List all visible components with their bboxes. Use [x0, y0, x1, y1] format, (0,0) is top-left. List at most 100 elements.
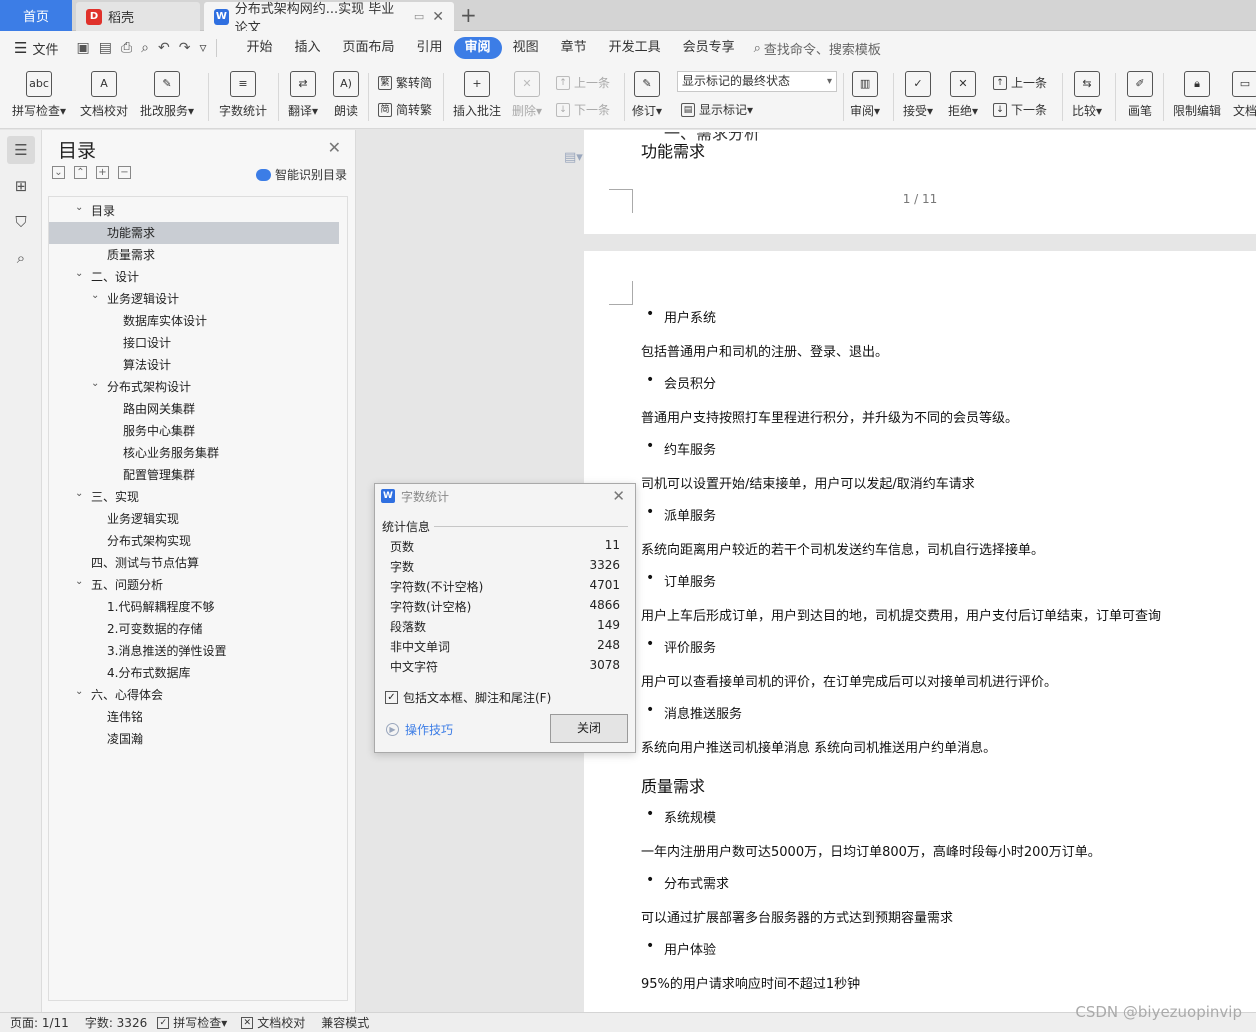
redo-icon[interactable]: ↷ — [179, 40, 191, 56]
include-textbox-checkbox[interactable]: ✓ 包括文本框、脚注和尾注(F) — [385, 689, 551, 706]
chevron-down-icon[interactable]: ⌄ — [75, 571, 83, 593]
toc-item[interactable]: ⌄ 六、心得体会 — [49, 684, 347, 706]
close-icon[interactable]: ✕ — [328, 138, 341, 157]
toc-item[interactable]: 配置管理集群 — [49, 464, 347, 486]
toc-item[interactable]: 质量需求 — [49, 244, 347, 266]
toc-item[interactable]: 凌国瀚 — [49, 728, 347, 750]
chevron-down-icon[interactable]: ⌄ — [75, 483, 83, 505]
chevron-down-icon[interactable]: ⌄ — [91, 373, 99, 395]
document-nav-icon[interactable]: ▤▾ — [564, 150, 583, 165]
translate-button[interactable]: ⇄ 翻译▾ — [288, 71, 318, 119]
print-icon[interactable]: ⎙ — [121, 40, 132, 56]
review-pane-button[interactable]: ▥ 审阅▾ — [850, 71, 880, 119]
smart-toc-button[interactable]: 智能识别目录 — [255, 166, 347, 183]
menu-item-6[interactable]: 章节 — [550, 37, 598, 59]
status-spell-check[interactable]: ✓ 拼写检查 ▾ — [157, 1014, 227, 1031]
toc-item[interactable]: ⌄ 业务逻辑设计 — [49, 288, 347, 310]
command-search[interactable]: ⌕ 查找命令、搜索模板 — [754, 39, 881, 58]
insert-comment-button[interactable]: + 插入批注 — [453, 71, 501, 119]
bullet-item: 订单服务 — [646, 570, 716, 590]
word-count-indicator[interactable]: 字数: 3326 — [85, 1014, 147, 1031]
expand-all-icon[interactable]: ⌄ — [52, 166, 65, 179]
word-count-button[interactable]: ≡ 字数统计 — [219, 71, 267, 119]
toc-item[interactable]: 4.分布式数据库 — [49, 662, 347, 684]
accept-button[interactable]: ✓ 接受▾ — [903, 71, 933, 119]
markup-state-select[interactable]: 显示标记的最终状态 — [677, 71, 837, 92]
toc-item[interactable]: 四、测试与节点估算 — [49, 552, 347, 574]
chevron-down-icon[interactable]: ⌄ — [91, 285, 99, 307]
toc-item[interactable]: ⌄ 五、问题分析 — [49, 574, 347, 596]
compare-button[interactable]: ⇆ 比较▾ — [1072, 71, 1102, 119]
prev-change-button[interactable]: ↑ 上一条 — [993, 74, 1047, 91]
toc-item[interactable]: ⌄ 分布式架构设计 — [49, 376, 347, 398]
spell-check-button[interactable]: abc 拼写检查▾ — [12, 71, 66, 119]
menu-item-0[interactable]: 开始 — [235, 37, 283, 59]
document-rights-button[interactable]: ▭ 文档 — [1232, 71, 1256, 119]
toc-item[interactable]: ⌄ 目录 — [49, 200, 347, 222]
chevron-down-icon[interactable]: ⌄ — [75, 681, 83, 703]
delete-comment-button[interactable]: ✕ 删除▾ — [512, 71, 542, 119]
chevron-down-icon[interactable]: ⌄ — [75, 263, 83, 285]
toc-panel-icon[interactable]: ☰ — [7, 136, 35, 164]
restrict-editing-button[interactable]: 🔒︎ 限制编辑 — [1173, 71, 1221, 119]
tab-home[interactable]: 首页 — [0, 0, 72, 31]
toc-item[interactable]: 1.代码解耦程度不够 — [49, 596, 347, 618]
prev-comment-button[interactable]: ↑ 上一条 — [556, 74, 610, 91]
outline-panel-icon[interactable]: ⊞ — [7, 172, 35, 200]
menu-item-4[interactable]: 审阅 — [453, 37, 502, 59]
menu-item-5[interactable]: 视图 — [502, 37, 550, 59]
toc-item[interactable]: 接口设计 — [49, 332, 347, 354]
toc-item[interactable]: 业务逻辑实现 — [49, 508, 347, 530]
tab-document[interactable]: W 分布式架构网约...实现 毕业论文 ▭ ✕ — [204, 2, 454, 36]
simplified-to-traditional-button[interactable]: 简简转繁 — [378, 101, 432, 118]
bullet-item: 消息推送服务 — [646, 702, 742, 722]
menu-item-7[interactable]: 开发工具 — [598, 37, 672, 59]
toc-item[interactable]: 数据库实体设计 — [49, 310, 347, 332]
tips-link[interactable]: ▶ 操作技巧 — [386, 721, 453, 738]
status-proofread[interactable]: ✕ 文档校对 — [241, 1014, 305, 1031]
toc-item[interactable]: 服务中心集群 — [49, 420, 347, 442]
toc-item[interactable]: 路由网关集群 — [49, 398, 347, 420]
next-comment-icon: ↓ — [556, 102, 570, 117]
chevron-down-icon[interactable]: ⌄ — [75, 197, 83, 219]
toc-item[interactable]: 3.消息推送的弹性设置 — [49, 640, 347, 662]
revision-button[interactable]: ✎ 修订▾ — [632, 71, 662, 119]
toc-item[interactable]: ⌄ 三、实现 — [49, 486, 347, 508]
toc-item[interactable]: 2.可变数据的存储 — [49, 618, 347, 640]
read-aloud-button[interactable]: A) 朗读 — [333, 71, 359, 119]
menu-item-3[interactable]: 引用 — [406, 37, 454, 59]
toc-item[interactable]: 核心业务服务集群 — [49, 442, 347, 464]
next-change-button[interactable]: ↓ 下一条 — [993, 101, 1047, 118]
export-pdf-icon[interactable]: ▤ — [99, 40, 112, 56]
close-tab-icon[interactable]: ✕ — [432, 9, 444, 25]
show-markup-button[interactable]: ▤ 显示标记 ▾ — [681, 101, 753, 118]
print-preview-icon[interactable]: ⌕ — [141, 40, 149, 56]
next-comment-button[interactable]: ↓ 下一条 — [556, 101, 610, 118]
undo-icon[interactable]: ↶ — [158, 40, 170, 56]
traditional-to-simplified-button[interactable]: 繁繁转简 — [378, 74, 432, 91]
customize-chevron-icon[interactable]: ▿ — [199, 40, 206, 56]
bookmark-icon[interactable]: ⛉ — [7, 208, 35, 236]
new-tab-button[interactable]: + — [460, 3, 477, 27]
menu-item-2[interactable]: 页面布局 — [332, 37, 406, 59]
monitor-icon[interactable]: ▭ — [414, 10, 424, 23]
menu-item-8[interactable]: 会员专享 — [672, 37, 746, 59]
tab-daoke[interactable]: D 稻壳 — [76, 2, 200, 31]
toc-item[interactable]: 连伟铭 — [49, 706, 347, 728]
proofread-button[interactable]: A 文档校对 — [80, 71, 128, 119]
close-icon[interactable]: ✕ — [612, 487, 625, 505]
page-indicator[interactable]: 页面: 1/11 — [10, 1014, 69, 1031]
file-menu[interactable]: ☰ 文件 — [14, 39, 58, 58]
add-heading-icon[interactable]: + — [96, 166, 109, 179]
save-icon[interactable]: ▣ — [76, 40, 89, 56]
reject-button[interactable]: ✕ 拒绝▾ — [948, 71, 978, 119]
menu-item-1[interactable]: 插入 — [284, 37, 332, 59]
close-button[interactable]: 关闭 — [550, 714, 628, 743]
search-icon[interactable]: ⌕ — [7, 244, 35, 272]
revise-service-button[interactable]: ✎ 批改服务▾ — [140, 71, 194, 119]
remove-heading-icon[interactable]: − — [118, 166, 131, 179]
toc-item[interactable]: 分布式架构实现 — [49, 530, 347, 552]
pen-button[interactable]: ✐ 画笔 — [1127, 71, 1153, 119]
collapse-all-icon[interactable]: ⌃ — [74, 166, 87, 179]
toc-item[interactable]: 功能需求 — [49, 222, 339, 244]
